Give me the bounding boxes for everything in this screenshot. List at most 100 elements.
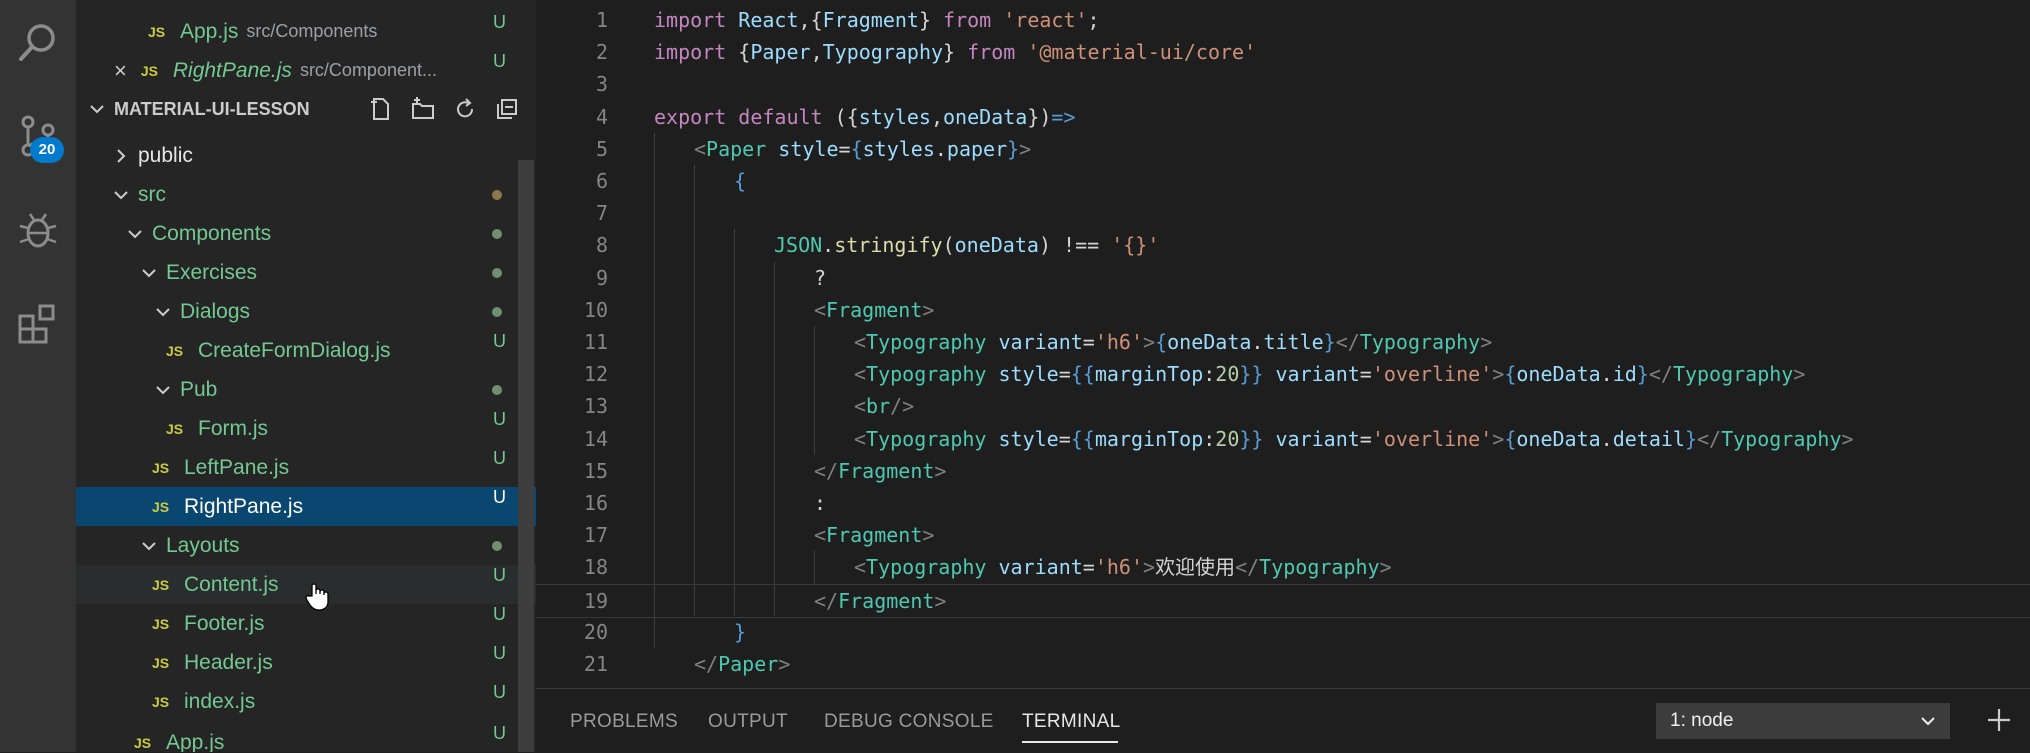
code-line[interactable]: 9? <box>536 262 2030 294</box>
js-file-icon: JS <box>148 23 166 40</box>
code-token: } <box>1636 362 1649 387</box>
code-line[interactable]: 19 </Fragment> <box>536 583 2030 618</box>
tree-file-header[interactable]: JS Header.js U <box>76 643 536 682</box>
line-number: 6 <box>595 169 608 193</box>
code-token: 20 <box>1215 426 1240 451</box>
code-line[interactable]: 1 import React,{Fragment} from 'react'; <box>536 4 2030 36</box>
code-token: . <box>1600 362 1613 387</box>
line-number: 9 <box>595 265 608 290</box>
tab-debug-console[interactable]: DEBUG CONSOLE <box>824 711 994 733</box>
tree-file-form[interactable]: JS Form.js U <box>76 409 536 448</box>
close-icon[interactable]: × <box>114 58 127 84</box>
code-token: ) <box>1038 233 1064 258</box>
tree-file-index[interactable]: JS index.js U <box>76 682 536 721</box>
code-line[interactable]: 17 <Fragment> <box>536 519 2030 551</box>
terminal-selector[interactable]: 1: node <box>1656 703 1950 739</box>
code-line[interactable]: 15 </Fragment> <box>536 455 2030 487</box>
open-editor-app-js[interactable]: JS App.js src/Components U <box>76 12 536 51</box>
js-file-icon: JS <box>152 576 170 593</box>
code-token: from <box>943 8 1004 32</box>
code-text: <Typography variant='h6'>欢迎使用</Typograph… <box>854 551 1392 583</box>
code-line[interactable]: 21 </Paper> <box>536 648 2030 680</box>
code-token: '@material-ui/core' <box>1027 40 1257 65</box>
git-status-untracked: U <box>493 565 506 585</box>
code-line[interactable]: 8 JSON.stringify(oneData) !== '{}' <box>536 229 2030 261</box>
refresh-icon[interactable] <box>452 96 478 122</box>
code-token: > <box>1793 362 1806 387</box>
modified-dot-icon <box>492 190 502 200</box>
collapse-all-icon[interactable] <box>494 96 520 122</box>
code-editor[interactable]: 1 import React,{Fragment} from 'react'; 2 i… <box>536 0 2030 688</box>
code-line[interactable]: 11 <Typography variant='h6'>{oneData.titl… <box>536 326 2030 358</box>
chevron-down-icon <box>152 379 174 401</box>
new-file-icon[interactable] <box>368 96 394 122</box>
code-token: { <box>1504 362 1517 387</box>
chevron-down-icon <box>138 535 160 557</box>
new-folder-icon[interactable] <box>410 96 436 122</box>
js-file-icon: JS <box>152 693 170 710</box>
code-token: import <box>654 40 739 65</box>
tree-folder-pub[interactable]: Pub <box>76 370 536 409</box>
tree-folder-src[interactable]: src <box>76 175 536 214</box>
code-token: Typography <box>1721 426 1842 451</box>
code-line[interactable]: 6{ <box>536 165 2030 197</box>
code-text: <Typography variant='h6'>{oneData.title}… <box>854 326 1492 358</box>
code-token: = <box>838 136 851 161</box>
extensions-icon[interactable] <box>14 300 62 348</box>
code-line[interactable]: 20} <box>536 616 2030 648</box>
tab-output[interactable]: OUTPUT <box>708 711 788 733</box>
code-line[interactable]: 16: <box>536 487 2030 519</box>
tree-folder-layouts[interactable]: Layouts <box>76 526 536 565</box>
code-line[interactable]: 2 import {Paper,Typography} from '@materi… <box>536 36 2030 68</box>
terminal-selector-value: 1: node <box>1670 710 1734 731</box>
tree-folder-components[interactable]: Components <box>76 214 536 253</box>
code-token: }} <box>1239 426 1276 451</box>
sidebar-scrollbar[interactable] <box>518 160 534 752</box>
code-token: Fragment <box>838 458 935 483</box>
chevron-down-icon <box>138 262 160 284</box>
tree-folder-dialogs[interactable]: Dialogs <box>76 292 536 331</box>
code-token: Typography <box>866 426 999 451</box>
code-token: detail <box>1612 426 1685 451</box>
code-token: }) <box>1027 104 1052 129</box>
code-token: /> <box>890 394 915 419</box>
code-line[interactable]: 14 <Typography style={{marginTop:20}} var… <box>536 423 2030 455</box>
new-terminal-plus-icon[interactable] <box>1984 705 2014 735</box>
tab-terminal[interactable]: TERMINAL <box>1022 711 1120 733</box>
code-token: ; <box>1087 8 1100 32</box>
line-number: 10 <box>583 297 608 322</box>
tree-file-app[interactable]: JS App.js U <box>76 723 536 752</box>
bottom-panel: PROBLEMS OUTPUT DEBUG CONSOLE TERMINAL 1… <box>536 688 2030 753</box>
debug-icon[interactable] <box>14 206 62 254</box>
tree-file-createformdialog[interactable]: JS CreateFormDialog.js U <box>76 331 536 370</box>
code-token: </ <box>814 458 839 483</box>
code-text: </Fragment> <box>814 585 946 617</box>
tab-problems[interactable]: PROBLEMS <box>570 711 678 733</box>
code-token: !== <box>1063 233 1112 258</box>
code-line[interactable]: 3 <box>536 68 2030 100</box>
hand-cursor-icon <box>305 583 329 611</box>
code-line[interactable]: 5 <Paper style={styles.paper}> <box>536 133 2030 165</box>
tree-folder-exercises[interactable]: Exercises <box>76 253 536 292</box>
tree-item-label: Form.js <box>198 416 268 440</box>
code-line[interactable]: 7 <box>536 197 2030 229</box>
open-editor-rightpane-js[interactable]: × JS RightPane.js src/Component... U <box>76 51 536 90</box>
code-line[interactable]: 13 <br/> <box>536 390 2030 422</box>
git-status-untracked: U <box>493 331 506 351</box>
code-token: </ <box>1648 362 1673 387</box>
code-line[interactable]: 18 <Typography variant='h6'>欢迎使用</Typogra… <box>536 551 2030 583</box>
tree-folder-public[interactable]: public <box>76 136 536 175</box>
tree-file-rightpane[interactable]: JS RightPane.js U <box>76 487 536 526</box>
code-line[interactable]: 12 <Typography style={{marginTop:20}} var… <box>536 358 2030 390</box>
code-token: Typography <box>866 362 999 387</box>
tree-file-leftpane[interactable]: JS LeftPane.js U <box>76 448 536 487</box>
code-token: ? <box>814 265 827 290</box>
search-icon[interactable] <box>14 18 62 66</box>
code-line[interactable]: 4 export default ({styles,oneData})=> <box>536 101 2030 133</box>
explorer-section-header[interactable]: MATERIAL-UI-LESSON <box>76 90 536 128</box>
code-line[interactable]: 10 <Fragment> <box>536 294 2030 326</box>
code-token: . <box>934 136 947 161</box>
line-number: 21 <box>583 652 608 676</box>
code-token: = <box>1058 426 1071 451</box>
git-status-untracked: U <box>493 682 506 702</box>
